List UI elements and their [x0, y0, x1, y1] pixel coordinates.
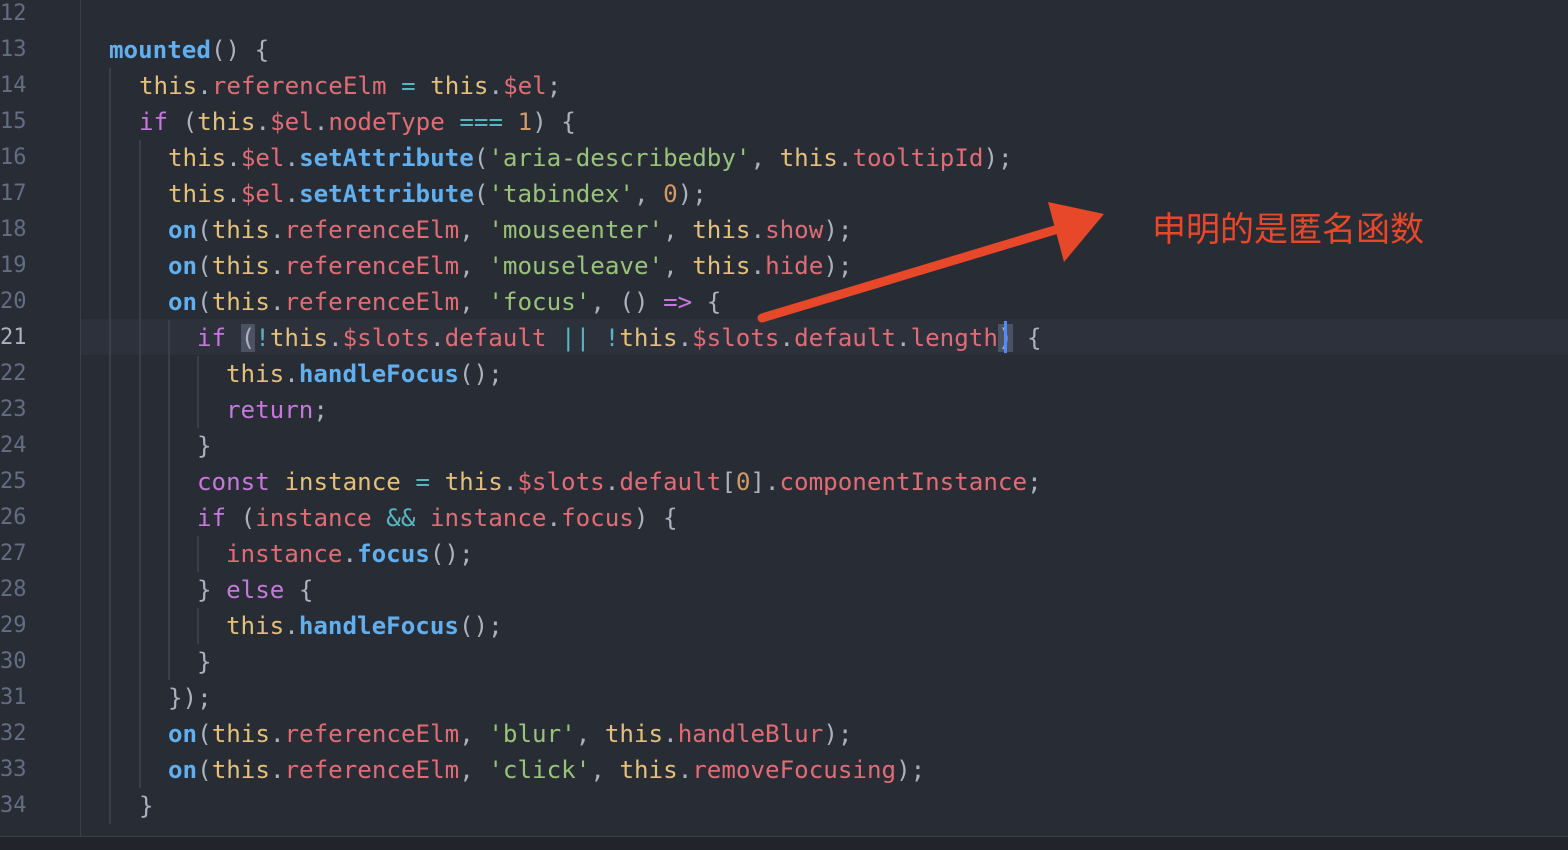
- annotation-text: 申明的是匿名函数: [1152, 210, 1424, 250]
- code-editor[interactable]: 12 13 14 15 16 17 18 19 20 21 22 23 24 2…: [0, 0, 1568, 850]
- arrow-head: [1048, 202, 1104, 262]
- arrow-shaft: [757, 221, 1073, 323]
- annotation-arrow: [757, 202, 1104, 323]
